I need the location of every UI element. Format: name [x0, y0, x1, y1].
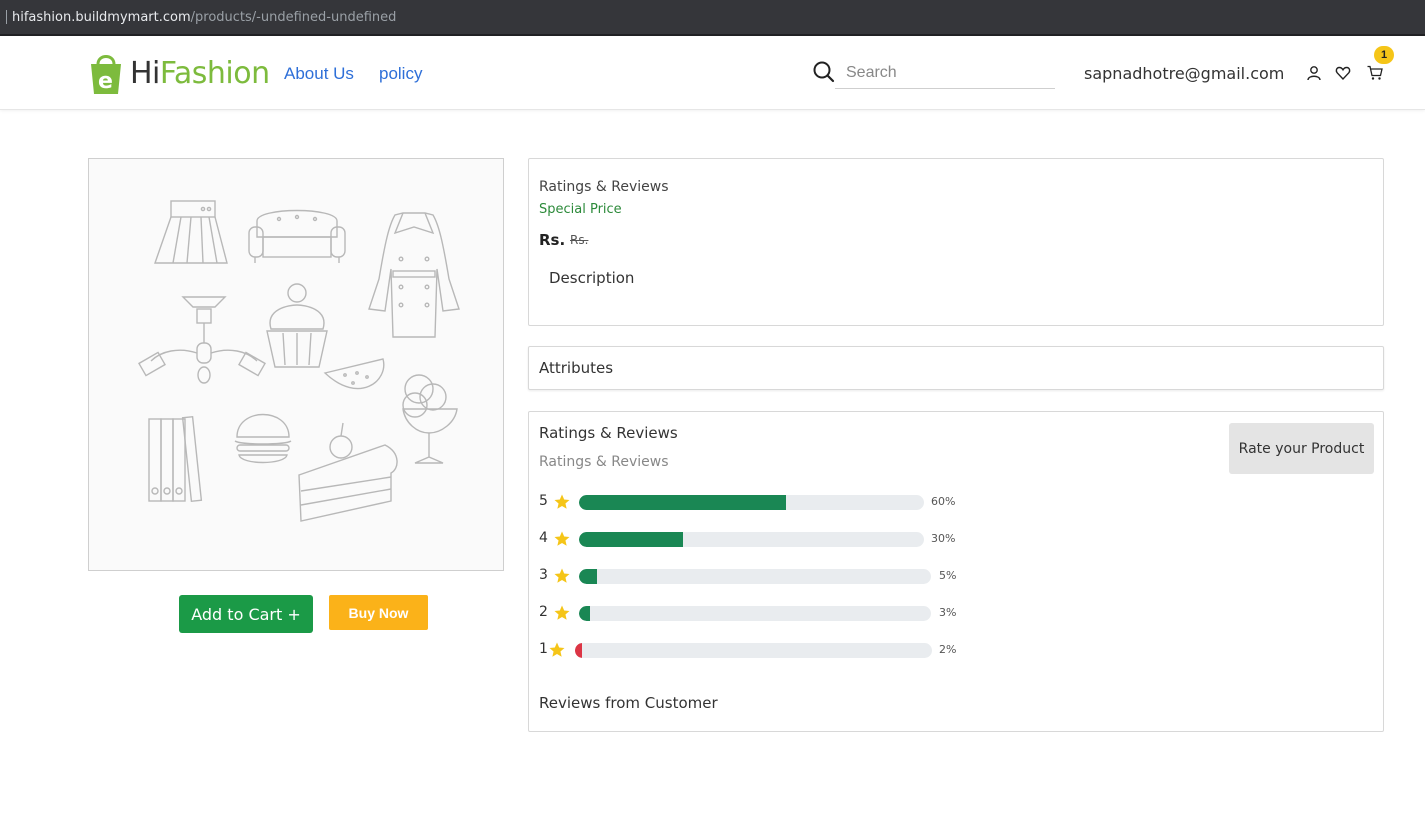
rating-star-count: 5 — [539, 493, 548, 509]
chandelier-illustration — [138, 296, 266, 384]
rating-progress-fill — [579, 606, 590, 621]
rating-percent: 3% — [939, 606, 957, 619]
rating-progress-fill — [579, 532, 683, 547]
rating-percent: 2% — [939, 643, 957, 656]
user-email[interactable]: sapnadhotre@gmail.com — [1084, 64, 1284, 83]
rating-progress-bar — [579, 532, 924, 547]
cupcake-illustration — [266, 283, 328, 368]
rating-progress-bar — [579, 606, 931, 621]
url-text[interactable]: hifashion.buildmymart.com/products/-unde… — [12, 10, 396, 25]
rate-product-button[interactable]: Rate your Product — [1229, 423, 1374, 474]
product-image — [88, 158, 504, 571]
rating-progress-fill — [579, 495, 786, 510]
url-host: hifashion.buildmymart.com — [12, 9, 191, 25]
rating-star-count: 3 — [539, 567, 548, 583]
watermelon-illustration — [323, 358, 385, 390]
product-info-panel: Ratings & Reviews Special Price Rs. Rs. … — [528, 158, 1384, 326]
brand-name: HiFashion — [130, 56, 270, 91]
cake-slice-illustration — [298, 422, 398, 522]
search-icon[interactable] — [812, 60, 836, 84]
rating-percent: 5% — [939, 569, 957, 582]
rating-progress-fill — [579, 569, 597, 584]
price: Rs. — [539, 231, 566, 249]
star-icon — [554, 568, 570, 583]
brand-fashion: Fashion — [159, 55, 270, 91]
cart-icon[interactable] — [1367, 65, 1383, 81]
rating-progress-fill — [575, 643, 583, 658]
special-price-label: Special Price — [539, 202, 622, 217]
skirt-illustration — [154, 200, 228, 264]
cart-count-badge: 1 — [1374, 46, 1394, 64]
books-illustration — [148, 415, 203, 503]
rating-row-2: 2 3% — [539, 603, 979, 623]
ratings-panel: Ratings & Reviews Ratings & Reviews Rate… — [528, 411, 1384, 732]
rating-progress-bar — [575, 643, 932, 658]
star-icon — [549, 642, 565, 657]
svg-text:e: e — [98, 69, 113, 94]
burger-illustration — [234, 413, 292, 464]
ice-cream-illustration — [402, 374, 458, 464]
attributes-panel[interactable]: Attributes — [528, 346, 1384, 390]
rating-percent: 30% — [931, 532, 956, 545]
browser-address-bar[interactable]: hifashion.buildmymart.com/products/-unde… — [0, 0, 1425, 36]
rating-row-1: 1 2% — [539, 640, 979, 660]
reviews-from-customer-title: Reviews from Customer — [539, 694, 718, 712]
nav-policy[interactable]: policy — [379, 64, 422, 84]
rating-progress-bar — [579, 569, 931, 584]
original-price: Rs. — [570, 233, 589, 247]
heart-icon[interactable] — [1335, 65, 1351, 81]
description-title: Description — [549, 269, 635, 287]
star-icon — [554, 531, 570, 546]
url-path: /products/-undefined-undefined — [190, 9, 397, 25]
ratings-subtitle: Ratings & Reviews — [539, 454, 669, 470]
rating-star-count: 1 — [539, 641, 548, 657]
site-logo[interactable]: e HiFashion — [88, 50, 270, 96]
brand-hi: Hi — [130, 55, 160, 91]
nav-about-us[interactable]: About Us — [284, 64, 354, 84]
attributes-title: Attributes — [539, 359, 614, 377]
rating-row-3: 3 5% — [539, 566, 979, 586]
add-to-cart-button[interactable]: Add to Cart + — [179, 595, 313, 633]
rating-row-5: 5 60% — [539, 492, 979, 512]
coat-illustration — [368, 212, 460, 338]
sofa-illustration — [248, 209, 346, 263]
shopping-bag-logo-icon: e — [88, 50, 124, 96]
ratings-title: Ratings & Reviews — [539, 424, 678, 442]
star-icon — [554, 494, 570, 509]
search-input[interactable] — [835, 57, 1055, 89]
buy-now-button[interactable]: Buy Now — [329, 595, 428, 630]
text-caret — [6, 10, 7, 24]
site-header: e HiFashion About Us policy sapnadhotre@… — [0, 36, 1425, 110]
star-icon — [554, 605, 570, 620]
user-icon[interactable] — [1306, 65, 1322, 81]
rating-progress-bar — [579, 495, 924, 510]
rating-star-count: 2 — [539, 604, 548, 620]
ratings-reviews-label: Ratings & Reviews — [539, 179, 669, 195]
rating-percent: 60% — [931, 495, 956, 508]
rating-star-count: 4 — [539, 530, 548, 546]
rating-row-4: 4 30% — [539, 529, 979, 549]
